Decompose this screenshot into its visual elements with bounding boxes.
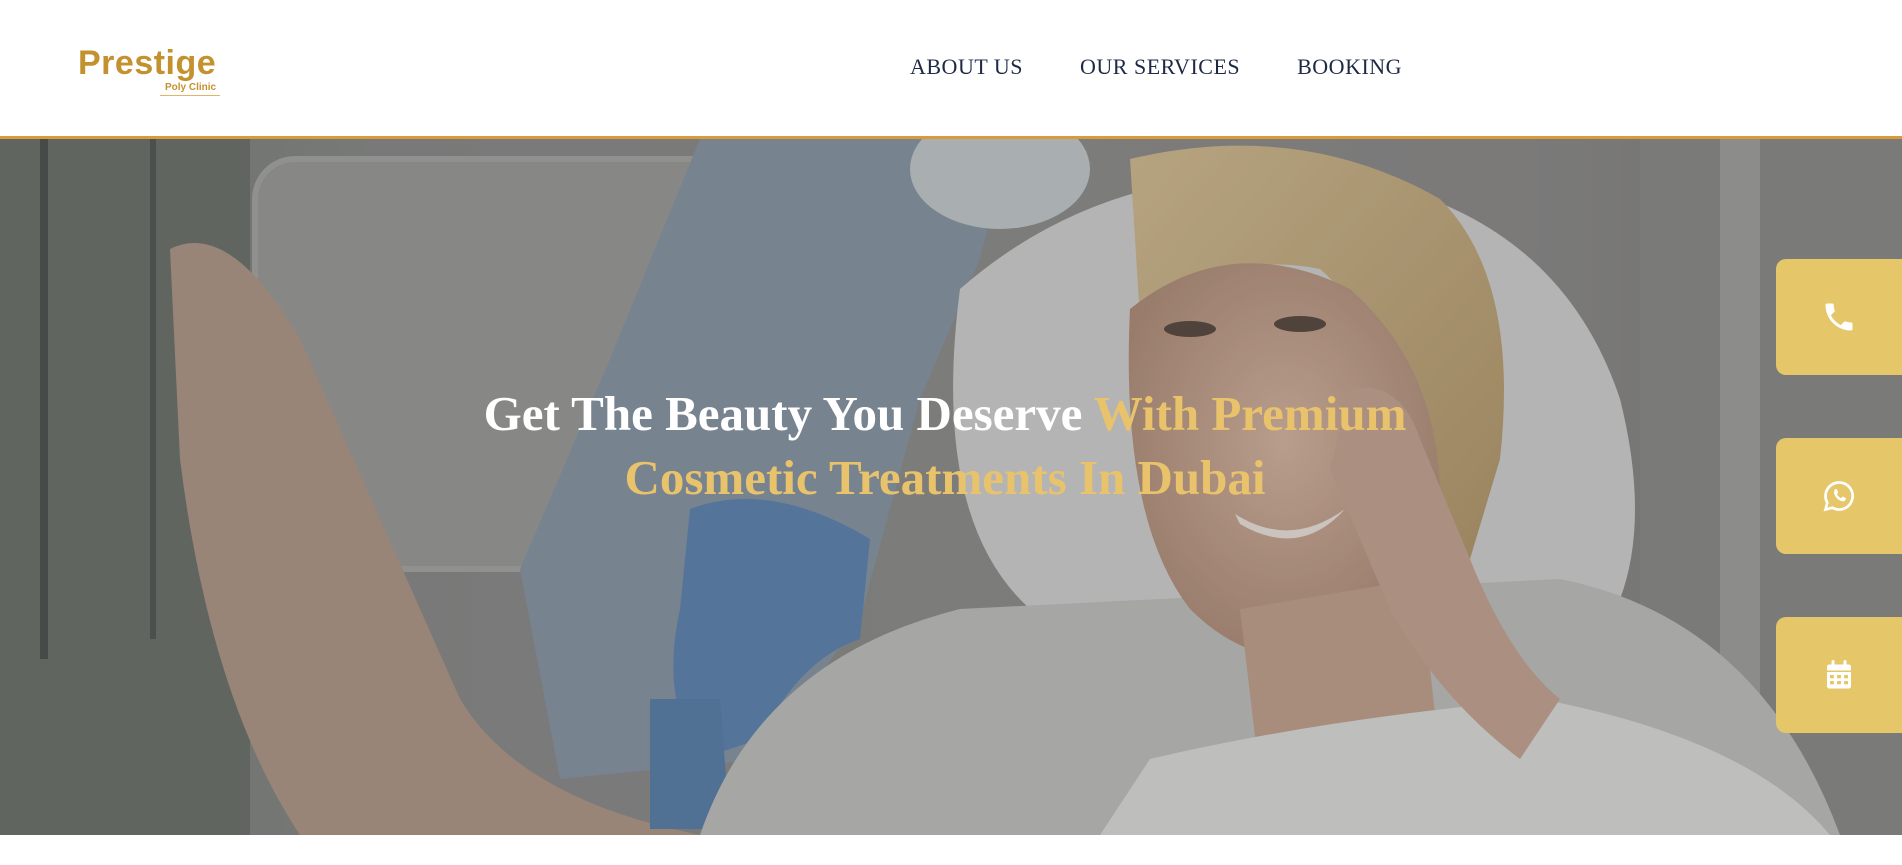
nav-booking[interactable]: BOOKING (1297, 54, 1402, 80)
site-header: Prestige Poly Clinic ABOUT US OUR SERVIC… (0, 0, 1902, 139)
calendar-icon (1827, 660, 1851, 689)
whatsapp-icon (1823, 481, 1854, 512)
page: Prestige Poly Clinic ABOUT US OUR SERVIC… (0, 0, 1902, 865)
logo-subtitle: Poly Clinic (165, 82, 217, 93)
hero-headline-gold-2: Cosmetic Treatments In Dubai (624, 450, 1266, 505)
call-button[interactable] (1776, 259, 1902, 375)
booking-calendar-button[interactable] (1776, 617, 1902, 733)
nav-about-us[interactable]: ABOUT US (910, 54, 1023, 80)
main-nav: ABOUT US OUR SERVICES BOOKING (910, 54, 1402, 80)
logo[interactable]: Prestige Poly Clinic (78, 40, 228, 96)
hero-headline-white: Get The Beauty You Deserve (483, 386, 1094, 441)
nav-our-services[interactable]: OUR SERVICES (1080, 54, 1240, 80)
below-hero-section (0, 835, 1902, 865)
logo-wordmark: Prestige (78, 44, 217, 82)
whatsapp-button[interactable] (1776, 438, 1902, 554)
logo-underline (160, 95, 220, 96)
hero-headline: Get The Beauty You Deserve With Premium C… (350, 382, 1540, 510)
hero-banner: Get The Beauty You Deserve With Premium C… (0, 139, 1902, 835)
phone-icon (1825, 303, 1853, 331)
hero-headline-gold-1: With Premium (1093, 386, 1407, 441)
